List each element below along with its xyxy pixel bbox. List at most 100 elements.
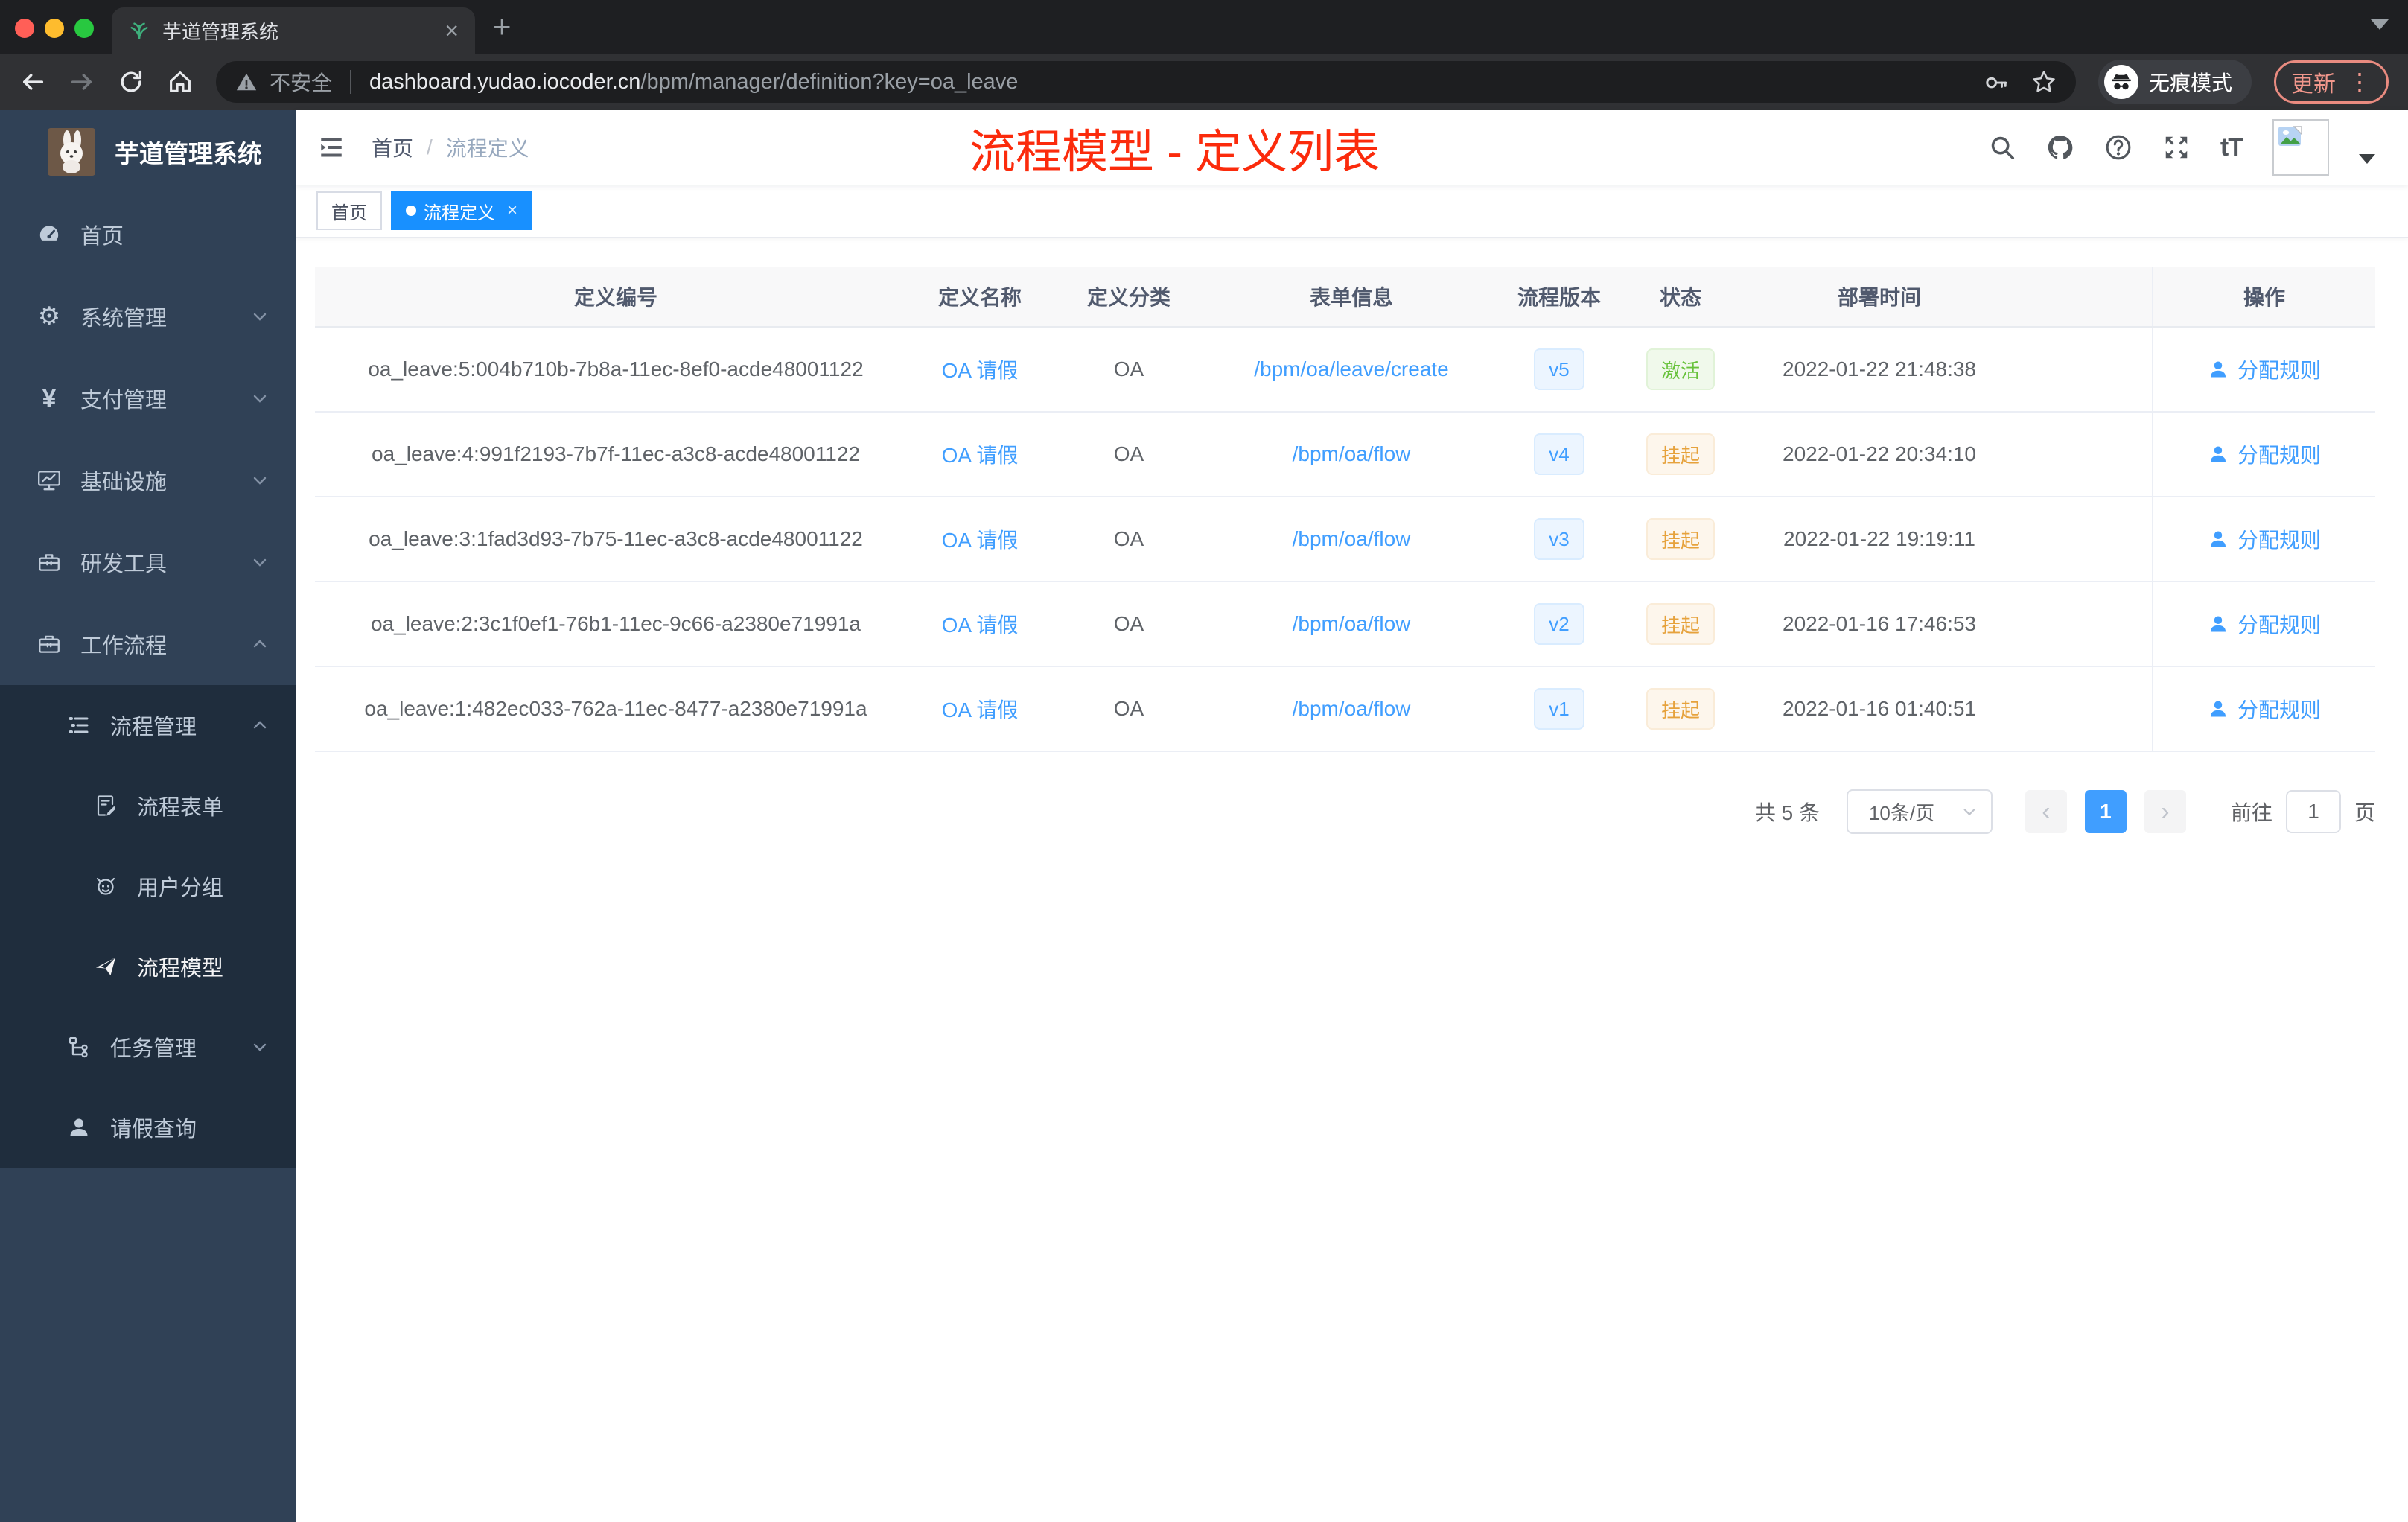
user-icon xyxy=(2210,616,2226,632)
chevron-up-icon xyxy=(253,721,267,729)
sidebar-item-workflow[interactable]: 工作流程 xyxy=(0,603,296,685)
help-icon[interactable] xyxy=(2104,133,2133,162)
browser-update-button[interactable]: 更新 ⋮ xyxy=(2274,60,2389,104)
column-header-form: 表单信息 xyxy=(1309,286,1393,309)
incognito-icon xyxy=(2103,65,2138,99)
sidebar-item-system[interactable]: ⚙ 系统管理 xyxy=(0,276,296,357)
chevron-down-icon xyxy=(253,313,267,321)
search-icon[interactable] xyxy=(1988,133,2016,162)
assign-rule-button[interactable]: 分配规则 xyxy=(2208,439,2321,469)
tag-close-icon[interactable]: × xyxy=(507,200,517,221)
sidebar: 芋道管理系统 首页 ⚙ 系统管理 ¥ 支付管理 基础设施 研发工具 工作流程 流… xyxy=(0,110,296,1522)
sidebar-item-leave-query[interactable]: 请假查询 xyxy=(0,1087,296,1168)
assign-rule-button[interactable]: 分配规则 xyxy=(2208,524,2321,554)
definition-name-link[interactable]: OA 请假 xyxy=(942,354,1019,384)
cell-category: OA xyxy=(1113,612,1144,635)
assign-rule-button[interactable]: 分配规则 xyxy=(2208,354,2321,384)
url-divider xyxy=(350,70,352,94)
tag-home[interactable]: 首页 xyxy=(316,191,382,230)
prev-page-button[interactable]: ‹ xyxy=(2025,790,2067,833)
dashboard-icon xyxy=(36,221,63,248)
breadcrumb-current: 流程定义 xyxy=(445,137,529,160)
definition-name-link[interactable]: OA 请假 xyxy=(942,609,1019,639)
cell-deploy-time: 2022-01-16 17:46:53 xyxy=(1783,612,1976,635)
user-icon xyxy=(2210,531,2226,547)
font-size-icon[interactable]: tT xyxy=(2220,133,2243,162)
not-secure-warning-icon[interactable] xyxy=(235,71,258,93)
sidebar-item-label: 工作流程 xyxy=(80,634,168,658)
goto-page-input[interactable] xyxy=(2285,790,2341,833)
sidebar-item-home[interactable]: 首页 xyxy=(0,194,296,276)
definition-name-link[interactable]: OA 请假 xyxy=(942,439,1019,469)
security-label[interactable]: 不安全 xyxy=(270,67,332,97)
window-zoom-button[interactable] xyxy=(74,19,94,38)
window-minimize-button[interactable] xyxy=(45,19,64,38)
chevron-down-icon xyxy=(253,1043,267,1051)
form-link[interactable]: /bpm/oa/flow xyxy=(1293,442,1411,466)
app-title: 芋道管理系统 xyxy=(115,140,262,168)
robot-face-icon xyxy=(92,873,119,899)
definition-name-link[interactable]: OA 请假 xyxy=(942,694,1019,724)
sidebar-toggle-hamburger-icon[interactable] xyxy=(316,133,346,162)
sidebar-item-payment[interactable]: ¥ 支付管理 xyxy=(0,357,296,439)
app-window: 芋道管理系统 首页 ⚙ 系统管理 ¥ 支付管理 基础设施 研发工具 工作流程 流… xyxy=(0,110,2408,1522)
incognito-badge: 无痕模式 xyxy=(2098,60,2252,104)
browser-tab-strip: 芋道管理系统 × + xyxy=(0,0,2408,54)
tag-process-definition[interactable]: 流程定义 × xyxy=(391,191,533,230)
reload-icon[interactable] xyxy=(118,69,144,95)
page-size-select[interactable]: 10条/页 xyxy=(1846,789,1993,834)
tags-view-bar: 首页 流程定义 × xyxy=(296,185,2408,238)
table-row: oa_leave:4:991f2193-7b7f-11ec-a3c8-acde4… xyxy=(315,413,2375,497)
window-close-button[interactable] xyxy=(15,19,34,38)
url-field[interactable]: 不安全 dashboard.yudao.iocoder.cn/bpm/manag… xyxy=(216,61,2076,103)
tab-close-icon[interactable]: × xyxy=(445,19,459,42)
sidebar-item-process-management[interactable]: 流程管理 xyxy=(0,685,296,765)
home-icon[interactable] xyxy=(167,69,194,95)
next-page-button[interactable]: › xyxy=(2144,790,2186,833)
password-key-icon[interactable] xyxy=(1984,69,2009,95)
column-header-id: 定义编号 xyxy=(573,286,657,309)
form-link[interactable]: /bpm/oa/flow xyxy=(1293,612,1411,636)
browser-menu-dots-icon[interactable]: ⋮ xyxy=(2348,70,2372,94)
fullscreen-icon[interactable] xyxy=(2162,133,2191,162)
sidebar-item-user-group[interactable]: 用户分组 xyxy=(0,846,296,926)
sidebar-logo[interactable]: 芋道管理系统 xyxy=(0,110,296,194)
sidebar-item-label: 请假查询 xyxy=(110,1118,197,1142)
browser-tab[interactable]: 芋道管理系统 × xyxy=(112,7,475,54)
cell-deploy-time: 2022-01-22 21:48:38 xyxy=(1783,357,1976,380)
assign-rule-label: 分配规则 xyxy=(2237,444,2321,467)
column-header-deploy-time: 部署时间 xyxy=(1837,286,1921,309)
assign-rule-button[interactable]: 分配规则 xyxy=(2208,609,2321,639)
definition-name-link[interactable]: OA 请假 xyxy=(942,524,1019,554)
avatar[interactable] xyxy=(2272,119,2329,176)
avatar-caret-down-icon[interactable] xyxy=(2359,153,2375,164)
github-icon[interactable] xyxy=(2046,133,2074,162)
assign-rule-button[interactable]: 分配规则 xyxy=(2208,694,2321,724)
sidebar-item-task-management[interactable]: 任务管理 xyxy=(0,1007,296,1087)
pagination-total: 共 5 条 xyxy=(1754,801,1820,824)
form-link[interactable]: /bpm/oa/flow xyxy=(1293,697,1411,721)
workflow-submenu: 流程管理 流程表单 用户分组 流程模型 任务管理 请假查询 xyxy=(0,685,296,1168)
back-icon[interactable] xyxy=(19,69,46,95)
sidebar-item-label: 基础设施 xyxy=(80,471,168,494)
cell-deploy-time: 2022-01-16 01:40:51 xyxy=(1783,697,1976,720)
table-row: oa_leave:3:1fad3d93-7b75-11ec-a3c8-acde4… xyxy=(315,497,2375,582)
cell-filler xyxy=(2028,582,2152,666)
breadcrumb-home[interactable]: 首页 xyxy=(372,133,413,162)
sidebar-item-devtools[interactable]: 研发工具 xyxy=(0,521,296,603)
url-text[interactable]: dashboard.yudao.iocoder.cn/bpm/manager/d… xyxy=(369,70,1972,95)
page-number-1[interactable]: 1 xyxy=(2084,790,2127,833)
form-link[interactable]: /bpm/oa/leave/create xyxy=(1254,357,1449,381)
column-header-version: 流程版本 xyxy=(1517,286,1601,309)
sidebar-item-process-model[interactable]: 流程模型 xyxy=(0,926,296,1007)
version-badge: v5 xyxy=(1534,348,1584,390)
tab-search-chevron-icon[interactable] xyxy=(2371,19,2389,30)
forward-icon[interactable] xyxy=(69,69,95,95)
sidebar-item-label: 研发工具 xyxy=(80,553,168,576)
sidebar-item-process-form[interactable]: 流程表单 xyxy=(0,765,296,846)
sidebar-item-infrastructure[interactable]: 基础设施 xyxy=(0,439,296,521)
form-link[interactable]: /bpm/oa/flow xyxy=(1293,527,1411,551)
new-tab-button[interactable]: + xyxy=(493,11,512,42)
cell-filler xyxy=(2028,667,2152,751)
bookmark-star-icon[interactable] xyxy=(2031,69,2057,95)
